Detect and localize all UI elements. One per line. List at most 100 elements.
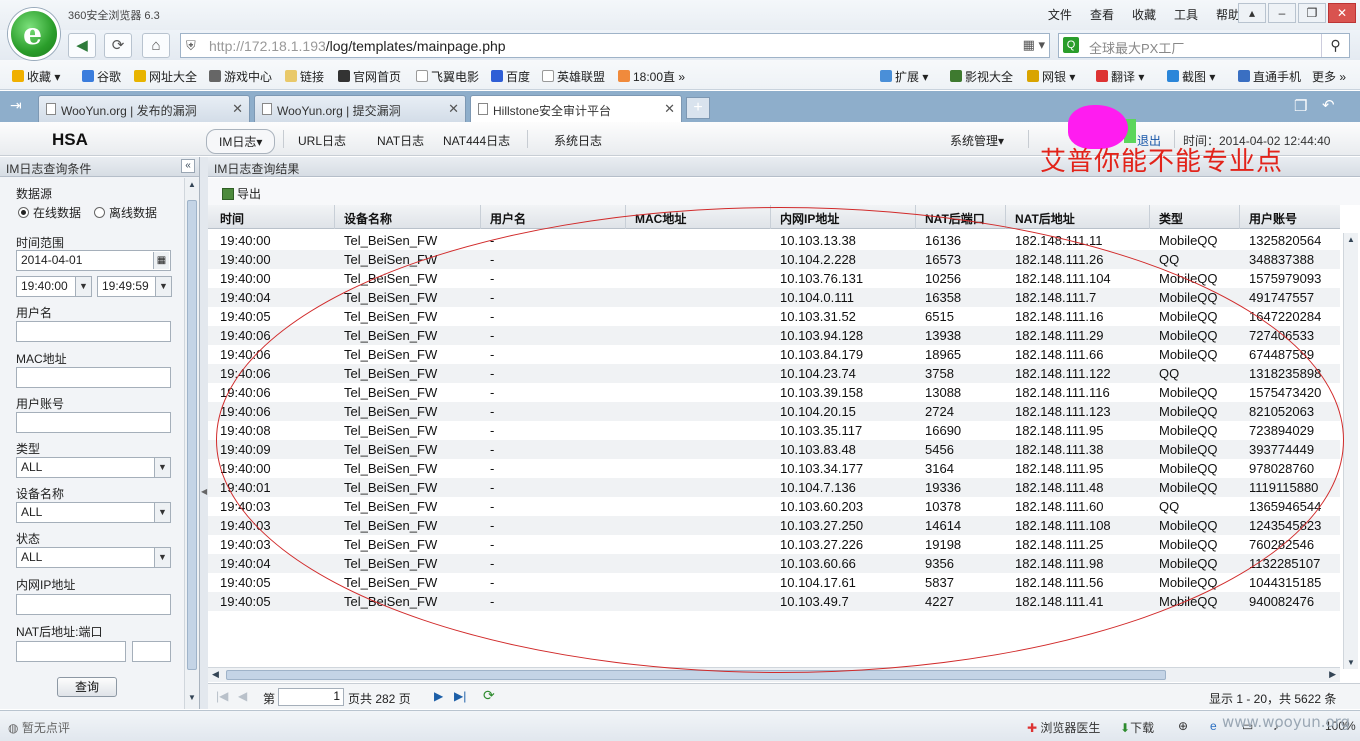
ext-translate[interactable]: 翻译 ▾ [1096, 68, 1144, 85]
col-type-header[interactable]: 类型 [1159, 210, 1183, 227]
table-row[interactable]: 19:40:06 Tel_BeiSen_FW - 10.104.20.15 2724 18… [208, 402, 1340, 421]
source-online-radio[interactable]: 在线数据 [18, 204, 81, 221]
ext-extensions[interactable]: 扩展 ▾ [880, 68, 928, 85]
scroll-right-icon[interactable]: ▶ [1329, 669, 1336, 680]
table-row[interactable]: 19:40:04 Tel_BeiSen_FW - 10.103.60.66 9356 18… [208, 554, 1340, 573]
scroll-thumb[interactable] [226, 670, 1166, 680]
sidebar-toggle-icon[interactable]: ⇥ [10, 97, 22, 114]
column-divider[interactable] [625, 205, 626, 229]
scroll-down-icon[interactable]: ▼ [1347, 658, 1355, 667]
col-username-header[interactable]: 用户名 [490, 210, 526, 227]
col-device-header[interactable]: 设备名称 [344, 210, 392, 227]
nav-nat444-log[interactable]: NAT444日志 [443, 132, 510, 149]
ext-more[interactable]: 更多 » [1312, 68, 1346, 85]
account-input[interactable] [16, 412, 171, 433]
nav-system-admin[interactable]: 系统管理▾ [950, 132, 1004, 149]
fav-google[interactable]: 谷歌 [82, 68, 121, 85]
close-tab-icon[interactable]: ✕ [664, 101, 675, 117]
tab-wooyun-published[interactable]: WooYun.org | 发布的漏洞 ✕ [38, 95, 250, 122]
ext-screenshot[interactable]: 截图 ▾ [1167, 68, 1215, 85]
username-input[interactable] [16, 321, 171, 342]
page-number-input[interactable]: 1 [278, 688, 344, 706]
scroll-thumb[interactable] [187, 200, 197, 670]
column-divider[interactable] [1239, 205, 1240, 229]
table-row[interactable]: 19:40:03 Tel_BeiSen_FW - 10.103.60.203 10378… [208, 497, 1340, 516]
calendar-icon[interactable]: ▦ [153, 252, 169, 269]
restore-icon[interactable]: ❐ [1294, 97, 1307, 115]
tab-wooyun-submit[interactable]: WooYun.org | 提交漏洞 ✕ [254, 95, 466, 122]
export-button[interactable]: 导出 [222, 185, 261, 202]
close-window-button[interactable]: ✕ [1328, 3, 1356, 23]
col-account-header[interactable]: 用户账号 [1249, 210, 1297, 227]
menu-file[interactable]: 文件 [1048, 6, 1072, 23]
ext-bank[interactable]: 网银 ▾ [1027, 68, 1075, 85]
table-row[interactable]: 19:40:00 Tel_BeiSen_FW - 10.103.76.131 10256… [208, 269, 1340, 288]
table-row[interactable]: 19:40:05 Tel_BeiSen_FW - 10.103.49.7 4227 182… [208, 592, 1340, 611]
ip-input[interactable] [16, 594, 171, 615]
ie-icon[interactable]: e [1210, 719, 1217, 733]
col-ip-header[interactable]: 内网IP地址 [780, 210, 839, 227]
fav-game-center[interactable]: 游戏中心 [209, 68, 272, 85]
splitter-arrow-icon[interactable]: ◀ [201, 487, 207, 496]
back-icon[interactable]: ◀ [68, 33, 96, 58]
column-divider[interactable] [1005, 205, 1006, 229]
time-from-select[interactable]: 19:40:00 ▼ [16, 276, 92, 297]
prev-page-icon[interactable]: ◀ [238, 689, 247, 703]
time-to-select[interactable]: 19:49:59 ▼ [97, 276, 172, 297]
table-row[interactable]: 19:40:00 Tel_BeiSen_FW - 10.104.2.228 16573 1… [208, 250, 1340, 269]
next-page-icon[interactable]: ▶ [434, 689, 443, 703]
column-divider[interactable] [915, 205, 916, 229]
table-row[interactable]: 19:40:05 Tel_BeiSen_FW - 10.103.31.52 6515 18… [208, 307, 1340, 326]
column-divider[interactable] [770, 205, 771, 229]
refresh-icon[interactable]: ⟳ [483, 687, 495, 704]
column-divider[interactable] [1149, 205, 1150, 229]
tab-hillstone[interactable]: Hillstone安全审计平台 ✕ [470, 95, 682, 122]
table-row[interactable]: 19:40:06 Tel_BeiSen_FW - 10.104.23.74 3758 18… [208, 364, 1340, 383]
last-page-icon[interactable]: ▶| [454, 689, 466, 703]
new-tab-button[interactable]: + [686, 97, 710, 119]
fav-url-all[interactable]: 网址大全 [134, 68, 197, 85]
status-link-icon[interactable]: ⊕ [1178, 719, 1188, 733]
table-row[interactable]: 19:40:06 Tel_BeiSen_FW - 10.103.84.179 18965… [208, 345, 1340, 364]
menu-favorites[interactable]: 收藏 [1132, 6, 1156, 23]
table-row[interactable]: 19:40:09 Tel_BeiSen_FW - 10.103.83.48 5456 18… [208, 440, 1340, 459]
search-input[interactable]: 全球最大PX工厂 [1089, 38, 1184, 57]
scroll-up-icon[interactable]: ▲ [186, 180, 198, 194]
nav-nat-log[interactable]: NAT日志 [377, 132, 424, 149]
type-select[interactable]: ALL ▼ [16, 457, 171, 478]
col-nat-port-header[interactable]: NAT后端口 [925, 210, 985, 227]
nav-system-log[interactable]: 系统日志 [554, 132, 602, 149]
nav-im-log[interactable]: IM日志▾ [206, 129, 276, 154]
menu-tools[interactable]: 工具 [1174, 6, 1198, 23]
scroll-up-icon[interactable]: ▲ [1347, 235, 1355, 244]
table-row[interactable]: 19:40:05 Tel_BeiSen_FW - 10.104.17.61 5837 18… [208, 573, 1340, 592]
table-row[interactable]: 19:40:04 Tel_BeiSen_FW - 10.104.0.111 16358 1… [208, 288, 1340, 307]
query-button[interactable]: 查询 [57, 677, 117, 697]
menu-help[interactable]: 帮助 [1216, 6, 1240, 23]
undo-close-icon[interactable]: ↶ [1322, 96, 1335, 114]
first-page-icon[interactable]: |◀ [216, 689, 228, 703]
table-row[interactable]: 19:40:01 Tel_BeiSen_FW - 10.104.7.136 19336 1… [208, 478, 1340, 497]
table-row[interactable]: 19:40:08 Tel_BeiSen_FW - 10.103.35.117 16690… [208, 421, 1340, 440]
refresh-icon[interactable]: ⟳ [104, 33, 132, 58]
search-icon[interactable]: ⚲ [1321, 34, 1349, 57]
column-divider[interactable] [480, 205, 481, 229]
maximize-button[interactable]: ❐ [1298, 3, 1326, 23]
ext-phone[interactable]: 直通手机 [1238, 68, 1301, 85]
query-panel-scrollbar[interactable]: ▲ ▼ [184, 178, 199, 709]
close-tab-icon[interactable]: ✕ [448, 101, 459, 117]
table-vertical-scrollbar[interactable]: ▲ ▼ [1343, 233, 1358, 669]
table-row[interactable]: 19:40:00 Tel_BeiSen_FW - 10.103.13.38 16136 1… [208, 231, 1340, 250]
table-row[interactable]: 19:40:03 Tel_BeiSen_FW - 10.103.27.250 14614… [208, 516, 1340, 535]
fav-movies[interactable]: 飞翼电影 [416, 68, 479, 85]
nat-port-input[interactable] [132, 641, 171, 662]
search-box[interactable]: Q 全球最大PX工厂 ⚲ [1058, 33, 1350, 58]
close-tab-icon[interactable]: ✕ [232, 101, 243, 117]
col-nat-address-header[interactable]: NAT后地址 [1015, 210, 1075, 227]
fav-links[interactable]: 链接 [285, 68, 324, 85]
nav-url-log[interactable]: URL日志 [298, 132, 346, 149]
scroll-left-icon[interactable]: ◀ [212, 669, 219, 680]
device-select[interactable]: ALL ▼ [16, 502, 171, 523]
col-time-header[interactable]: 时间 [220, 210, 244, 227]
table-row[interactable]: 19:40:03 Tel_BeiSen_FW - 10.103.27.226 19198… [208, 535, 1340, 554]
